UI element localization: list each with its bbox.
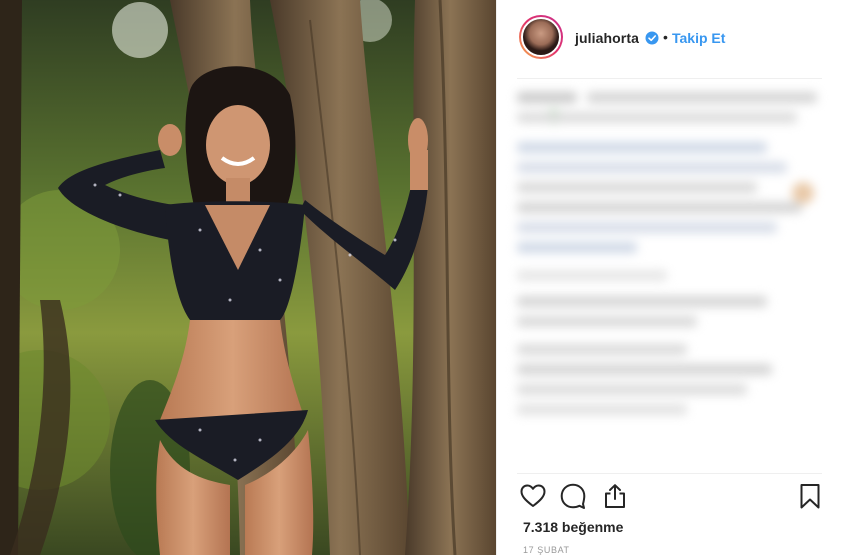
post-header: juliahorta • Takip Et	[497, 0, 842, 78]
header-separator: •	[663, 29, 668, 45]
photo-illustration	[0, 0, 496, 555]
actions-divider	[517, 473, 822, 474]
header-divider	[517, 78, 822, 79]
instagram-post-modal: juliahorta • Takip Et 7.318 beğenme 17 Ş…	[0, 0, 842, 555]
bookmark-icon[interactable]	[796, 482, 824, 510]
follow-button[interactable]: Takip Et	[672, 30, 725, 46]
share-upload-icon[interactable]	[601, 482, 629, 510]
post-side-panel: juliahorta • Takip Et 7.318 beğenme 17 Ş…	[496, 0, 842, 555]
post-date[interactable]: 17 ŞUBAT	[523, 545, 570, 555]
likes-count[interactable]: 7.318 beğenme	[523, 519, 623, 535]
avatar-image	[521, 17, 561, 57]
blurred-comments	[517, 88, 827, 418]
heart-icon[interactable]	[519, 482, 547, 510]
verified-badge-icon	[645, 31, 659, 45]
avatar[interactable]	[519, 15, 563, 59]
comment-bubble-icon[interactable]	[559, 482, 587, 510]
post-photo[interactable]	[0, 0, 496, 555]
username-link[interactable]: juliahorta	[575, 30, 639, 46]
